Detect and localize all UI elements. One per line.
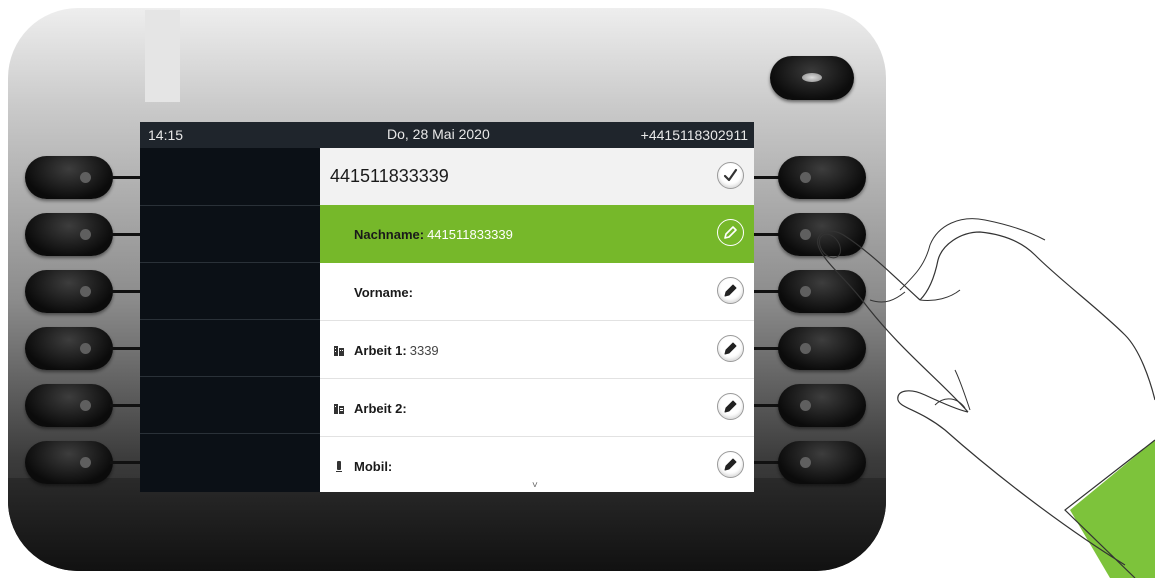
key-dot	[80, 343, 91, 354]
pencil-icon[interactable]	[717, 393, 744, 420]
field-label-text: Nachname:	[354, 227, 425, 242]
key-connector	[110, 176, 140, 179]
field-value: 441511833339	[427, 227, 513, 242]
left-key-3[interactable]	[25, 270, 113, 313]
left-key-2[interactable]	[25, 213, 113, 256]
right-key-1[interactable]	[778, 156, 866, 199]
mobile-phone-icon	[336, 461, 342, 472]
field-label-text: Arbeit 1:	[354, 343, 407, 358]
field-label-text: Vorname:	[354, 285, 413, 300]
left-key-4[interactable]	[25, 327, 113, 370]
field-label: Mobil:	[354, 459, 395, 474]
key-dot	[80, 229, 91, 240]
left-key-6[interactable]	[25, 441, 113, 484]
pencil-icon[interactable]	[717, 277, 744, 304]
field-row-arbeit-2[interactable]: Arbeit 2:	[320, 379, 754, 437]
key-dot	[80, 457, 91, 468]
left-key-5[interactable]	[25, 384, 113, 427]
pencil-icon[interactable]	[717, 335, 744, 362]
label-tab	[145, 10, 180, 102]
key-dot	[80, 286, 91, 297]
field-label: Arbeit 1: 3339	[354, 343, 439, 358]
status-bar: 14:15 Do, 28 Mai 2020 +4415118302911	[140, 122, 754, 148]
key-dot	[80, 172, 91, 183]
top-hardware-button[interactable]	[770, 56, 854, 100]
top-button-led	[802, 73, 822, 82]
key-connector	[110, 404, 140, 407]
left-key-1[interactable]	[25, 156, 113, 199]
office-building-icon	[334, 346, 344, 356]
key-connector	[110, 461, 140, 464]
contact-number-title: 441511833339	[330, 166, 449, 186]
divider	[140, 205, 320, 206]
pencil-icon[interactable]	[717, 219, 744, 246]
divider	[140, 262, 320, 263]
field-label-text: Mobil:	[354, 459, 393, 474]
contact-edit-form: 441511833339 Nachname: 441511833339 Vorna…	[320, 148, 754, 492]
contact-header-row[interactable]: 441511833339	[320, 148, 754, 206]
pencil-icon[interactable]	[717, 451, 744, 478]
key-dot	[80, 400, 91, 411]
status-date: Do, 28 Mai 2020	[387, 126, 490, 142]
field-row-arbeit-1[interactable]: Arbeit 1: 3339	[320, 321, 754, 379]
field-row-nachname[interactable]: Nachname: 441511833339	[320, 205, 754, 263]
key-dot	[800, 172, 811, 183]
key-connector	[110, 233, 140, 236]
field-label-text: Arbeit 2:	[354, 401, 407, 416]
field-label: Nachname: 441511833339	[354, 227, 513, 242]
pointing-hand-illustration	[817, 218, 1155, 578]
field-row-vorname[interactable]: Vorname:	[320, 263, 754, 321]
office-building-2-icon	[334, 404, 344, 414]
status-time: 14:15	[148, 127, 184, 143]
key-connector	[110, 347, 140, 350]
field-label: Vorname:	[354, 285, 416, 300]
check-icon[interactable]	[717, 162, 744, 189]
phone-display: 14:15 Do, 28 Mai 2020 +4415118302911 441…	[140, 122, 754, 492]
divider	[140, 376, 320, 377]
divider	[140, 319, 320, 320]
divider	[140, 433, 320, 434]
own-phone-number: +4415118302911	[640, 127, 748, 143]
field-label: Arbeit 2:	[354, 401, 410, 416]
scroll-down-indicator[interactable]: ˅	[532, 480, 538, 491]
field-value: 3339	[409, 343, 439, 358]
key-connector	[110, 290, 140, 293]
left-key-labels-pane	[140, 148, 320, 492]
